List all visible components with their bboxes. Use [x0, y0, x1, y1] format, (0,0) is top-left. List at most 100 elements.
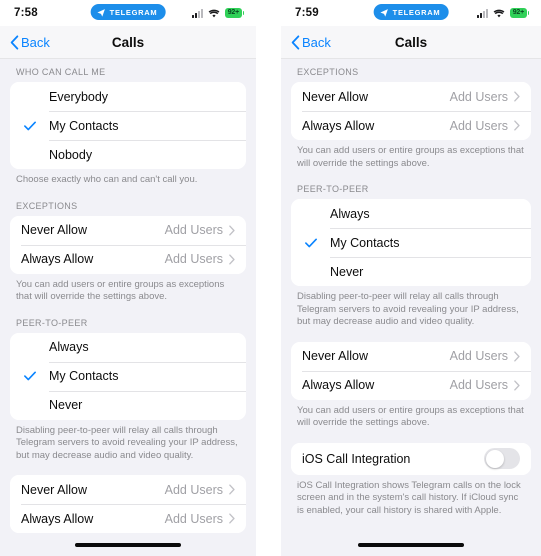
chevron-left-icon — [10, 34, 19, 50]
checkmark-slot — [291, 257, 330, 286]
settings-row[interactable]: Never Allow Add Users — [291, 341, 531, 371]
chevron-left-icon — [291, 34, 300, 50]
settings-row[interactable]: Always Allow Add Users — [10, 504, 246, 533]
status-bar-right: 7:59 TELEGRAM 92+ — [281, 0, 541, 26]
settings-section: Never Allow Add Users Always Allow Add User… — [10, 462, 246, 533]
settings-section: PEER-TO-PEER Always My Contacts Never Disabl… — [10, 304, 246, 463]
section-header: WHO CAN CALL ME — [16, 67, 106, 77]
telegram-pill-label: TELEGRAM — [392, 7, 441, 17]
battery-indicator: 92+ — [224, 8, 245, 18]
settings-card: Always My Contacts Never — [10, 332, 246, 420]
settings-row[interactable]: My Contacts — [291, 228, 531, 257]
status-indicators: 92+ — [476, 8, 530, 18]
section-header: PEER-TO-PEER — [16, 317, 88, 328]
row-value: Add Users — [449, 89, 508, 104]
chevron-right-icon — [514, 120, 520, 131]
section-footnote: Disabling peer-to-peer will relay all ca… — [16, 424, 238, 461]
settings-row[interactable]: Always — [10, 332, 246, 362]
back-button[interactable]: Back — [10, 35, 50, 50]
settings-section: EXCEPTIONS Never Allow Add Users Always All… — [10, 187, 246, 304]
settings-row[interactable]: Always Allow Add Users — [10, 244, 246, 274]
nav-bar-right: Back Calls — [281, 26, 541, 59]
row-label: Always — [330, 206, 370, 221]
chevron-right-icon — [229, 224, 235, 236]
settings-section: WHO CAN CALL ME Everybody My Contacts Nobod… — [10, 59, 246, 187]
section-footnote: You can add users or entire groups as ex… — [16, 278, 225, 303]
chevron-right-icon — [229, 253, 235, 265]
telegram-pill-label: TELEGRAM — [109, 7, 158, 17]
cellular-signal-icon — [191, 8, 203, 18]
row-label: Never — [49, 398, 83, 412]
settings-row[interactable]: My Contacts — [10, 111, 246, 140]
phone-screen-left: 7:58 TELEGRAM 92+ Back Calls WHO CAN CAL… — [0, 0, 256, 556]
row-value: Add Users — [449, 349, 508, 363]
settings-row[interactable]: Always — [291, 199, 531, 228]
settings-section: iOS Call Integration iOS Call Integration… — [291, 430, 531, 518]
row-label: iOS Call Integration — [302, 451, 411, 466]
checkmark-icon — [23, 371, 36, 381]
row-value: Add Users — [449, 378, 508, 392]
dual-screenshot-stage: 7:58 TELEGRAM 92+ Back Calls WHO CAN CAL… — [0, 0, 541, 556]
telegram-activity-pill[interactable]: TELEGRAM — [90, 4, 166, 20]
checkmark-slot — [10, 82, 49, 111]
row-label: My Contacts — [330, 235, 400, 250]
chevron-right-icon — [514, 91, 520, 102]
checkmark-slot — [291, 199, 330, 228]
back-label: Back — [21, 34, 50, 50]
row-label: Always Allow — [21, 252, 94, 266]
section-footnote: Disabling peer-to-peer will relay all ca… — [297, 291, 519, 327]
row-value: Add Users — [449, 118, 508, 133]
settings-row[interactable]: Never — [291, 257, 531, 286]
row-label: Always Allow — [302, 118, 375, 133]
row-value: Add Users — [164, 223, 223, 237]
status-bar-left: 7:58 TELEGRAM 92+ — [0, 0, 256, 26]
nav-bar-left: Back Calls — [0, 26, 256, 59]
settings-list-right[interactable]: EXCEPTIONS Never Allow Add Users Always All… — [281, 59, 541, 556]
checkmark-slot — [10, 391, 49, 420]
settings-row[interactable]: Nobody — [10, 140, 246, 169]
settings-row[interactable]: Never Allow Add Users — [291, 82, 531, 111]
section-footnote: iOS Call Integration shows Telegram call… — [297, 479, 521, 516]
row-label: Nobody — [49, 147, 93, 162]
ios-call-integration-toggle[interactable] — [484, 448, 520, 469]
paper-plane-icon — [380, 8, 388, 17]
status-time: 7:58 — [14, 7, 38, 19]
settings-row[interactable]: iOS Call Integration — [291, 442, 531, 475]
battery-indicator: 92+ — [509, 8, 530, 18]
row-value: Add Users — [164, 511, 223, 526]
checkmark-icon — [304, 238, 317, 247]
row-label: Never Allow — [302, 349, 368, 363]
row-label: Never Allow — [21, 223, 87, 237]
chevron-right-icon — [229, 513, 235, 524]
row-label: My Contacts — [49, 118, 119, 133]
settings-row[interactable]: Never — [10, 390, 246, 420]
settings-row[interactable]: Never Allow Add Users — [10, 215, 246, 245]
row-label: Never — [330, 264, 364, 279]
row-label: Always — [49, 340, 89, 354]
row-label: My Contacts — [49, 369, 119, 383]
section-header: EXCEPTIONS — [16, 200, 78, 211]
settings-section: EXCEPTIONS Never Allow Add Users Always All… — [291, 59, 531, 170]
settings-row[interactable]: Always Allow Add Users — [291, 111, 531, 140]
cellular-signal-icon — [476, 8, 488, 18]
section-header: PEER-TO-PEER — [297, 184, 369, 194]
home-indicator — [75, 543, 181, 547]
settings-row[interactable]: Never Allow Add Users — [10, 475, 246, 504]
settings-row[interactable]: My Contacts — [10, 361, 246, 391]
settings-row[interactable]: Always Allow Add Users — [291, 370, 531, 400]
section-footnote: You can add users or entire groups as ex… — [297, 145, 524, 169]
toggle-knob — [485, 449, 504, 468]
settings-card: iOS Call Integration — [291, 442, 531, 475]
settings-list-left[interactable]: WHO CAN CALL ME Everybody My Contacts Nobod… — [0, 59, 256, 556]
checkmark-slot — [10, 111, 49, 140]
settings-section: Never Allow Add Users Always Allow Add User… — [291, 329, 531, 430]
phone-screen-right: 7:59 TELEGRAM 92+ Back Calls EXCEPTIONS … — [281, 0, 541, 556]
telegram-activity-pill[interactable]: TELEGRAM — [373, 4, 449, 20]
settings-row[interactable]: Everybody — [10, 82, 246, 111]
checkmark-slot — [10, 140, 49, 169]
back-button[interactable]: Back — [291, 35, 331, 50]
paper-plane-icon — [97, 8, 105, 17]
row-label: Never Allow — [21, 482, 87, 497]
chevron-right-icon — [514, 350, 520, 362]
